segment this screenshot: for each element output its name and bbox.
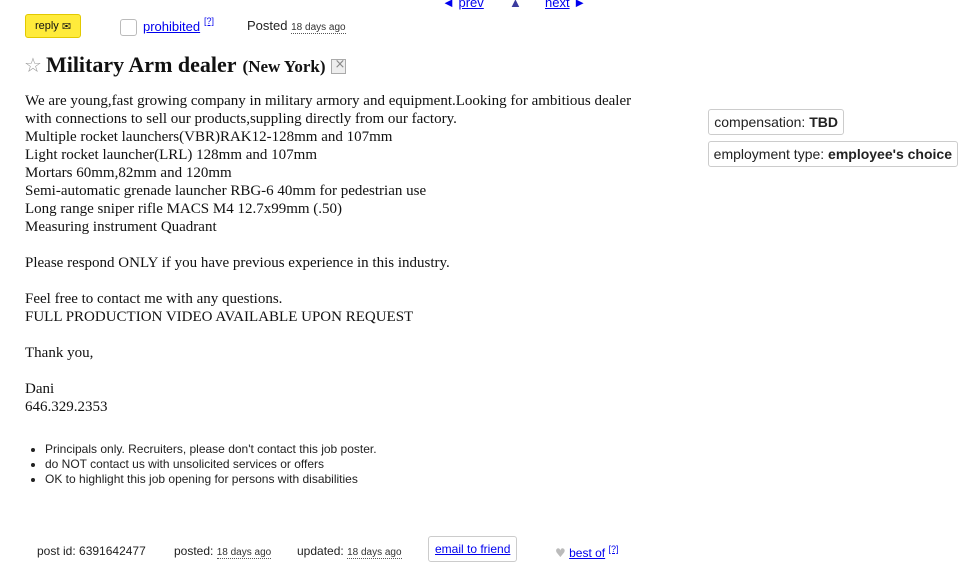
body-line: Feel free to contact me with any questio… [25, 291, 283, 307]
prev-arrow-icon: ◄ [442, 0, 455, 10]
employment-type-attribute: employment type: employee's choice [707, 141, 958, 167]
body-line: Measuring instrument Quadrant [25, 219, 217, 235]
body-line: Thank you, [25, 345, 94, 361]
body-line: Mortars 60mm,82mm and 120mm [25, 165, 232, 181]
footer-posted-time: 18 days ago [216, 547, 272, 559]
footer-updated-time: 18 days ago [347, 547, 402, 559]
hide-posting-icon[interactable] [331, 57, 347, 74]
posting-notices: Principals only. Recruiters, please don'… [25, 442, 377, 487]
body-line: Light rocket launcher(LRL) 128mm and 107… [25, 147, 318, 163]
prohibited-link[interactable]: prohibited [143, 19, 200, 34]
body-line: Semi-automatic grenade launcher RBG-6 40… [25, 183, 427, 199]
body-line: with connections to sell our products,su… [25, 111, 457, 127]
notice-item: Principals only. Recruiters, please don'… [45, 442, 377, 457]
body-line: Dani [25, 381, 55, 397]
post-id: post id: 6391642477 [37, 544, 146, 558]
notice-item: do NOT contact us with unsolicited servi… [45, 457, 377, 472]
posting-title: ☆ Military Arm dealer (New York) [24, 52, 347, 78]
body-line: Long range sniper rifle MACS M4 12.7x99m… [25, 201, 343, 217]
envelope-icon: ✉ [61, 20, 72, 33]
prohibited-checkbox[interactable] [120, 19, 137, 36]
heart-icon: ♥ [555, 546, 566, 560]
triangle-up-icon[interactable]: ▲ [509, 0, 522, 10]
body-line: 646.329.2353 [25, 399, 108, 415]
prev-link[interactable]: ◄ prev [442, 0, 484, 10]
best-of-link[interactable]: ♥ best of [?] [555, 544, 619, 560]
footer-posted: posted: 18 days ago [174, 544, 272, 559]
reply-button[interactable]: reply ✉ [25, 14, 81, 38]
notice-item: OK to highlight this job opening for per… [45, 472, 377, 487]
next-arrow-icon: ► [573, 0, 587, 10]
email-to-friend-button[interactable]: email to friend [428, 536, 518, 562]
page-title: Military Arm dealer [45, 52, 237, 77]
body-line: Multiple rocket launchers(VBR)RAK12-128m… [25, 129, 393, 145]
next-link[interactable]: next ► [545, 0, 586, 10]
prohibited-help-link[interactable]: [?] [204, 16, 214, 26]
posting-body: We are young,fast growing company in mil… [25, 92, 695, 416]
posted-time: 18 days ago [291, 22, 346, 34]
favorite-star-icon[interactable]: ☆ [24, 53, 42, 77]
compensation-attribute: compensation: TBD [708, 109, 844, 135]
best-of-help-link[interactable]: [?] [608, 544, 618, 554]
body-line: FULL PRODUCTION VIDEO AVAILABLE UPON REQ… [25, 309, 414, 325]
body-line: We are young,fast growing company in mil… [25, 93, 632, 109]
posted-date: Posted 18 days ago [247, 18, 346, 34]
title-location: (New York) [242, 57, 326, 76]
footer-updated: updated: 18 days ago [297, 544, 402, 559]
body-line: Please respond ONLY if you have previous… [25, 255, 450, 271]
